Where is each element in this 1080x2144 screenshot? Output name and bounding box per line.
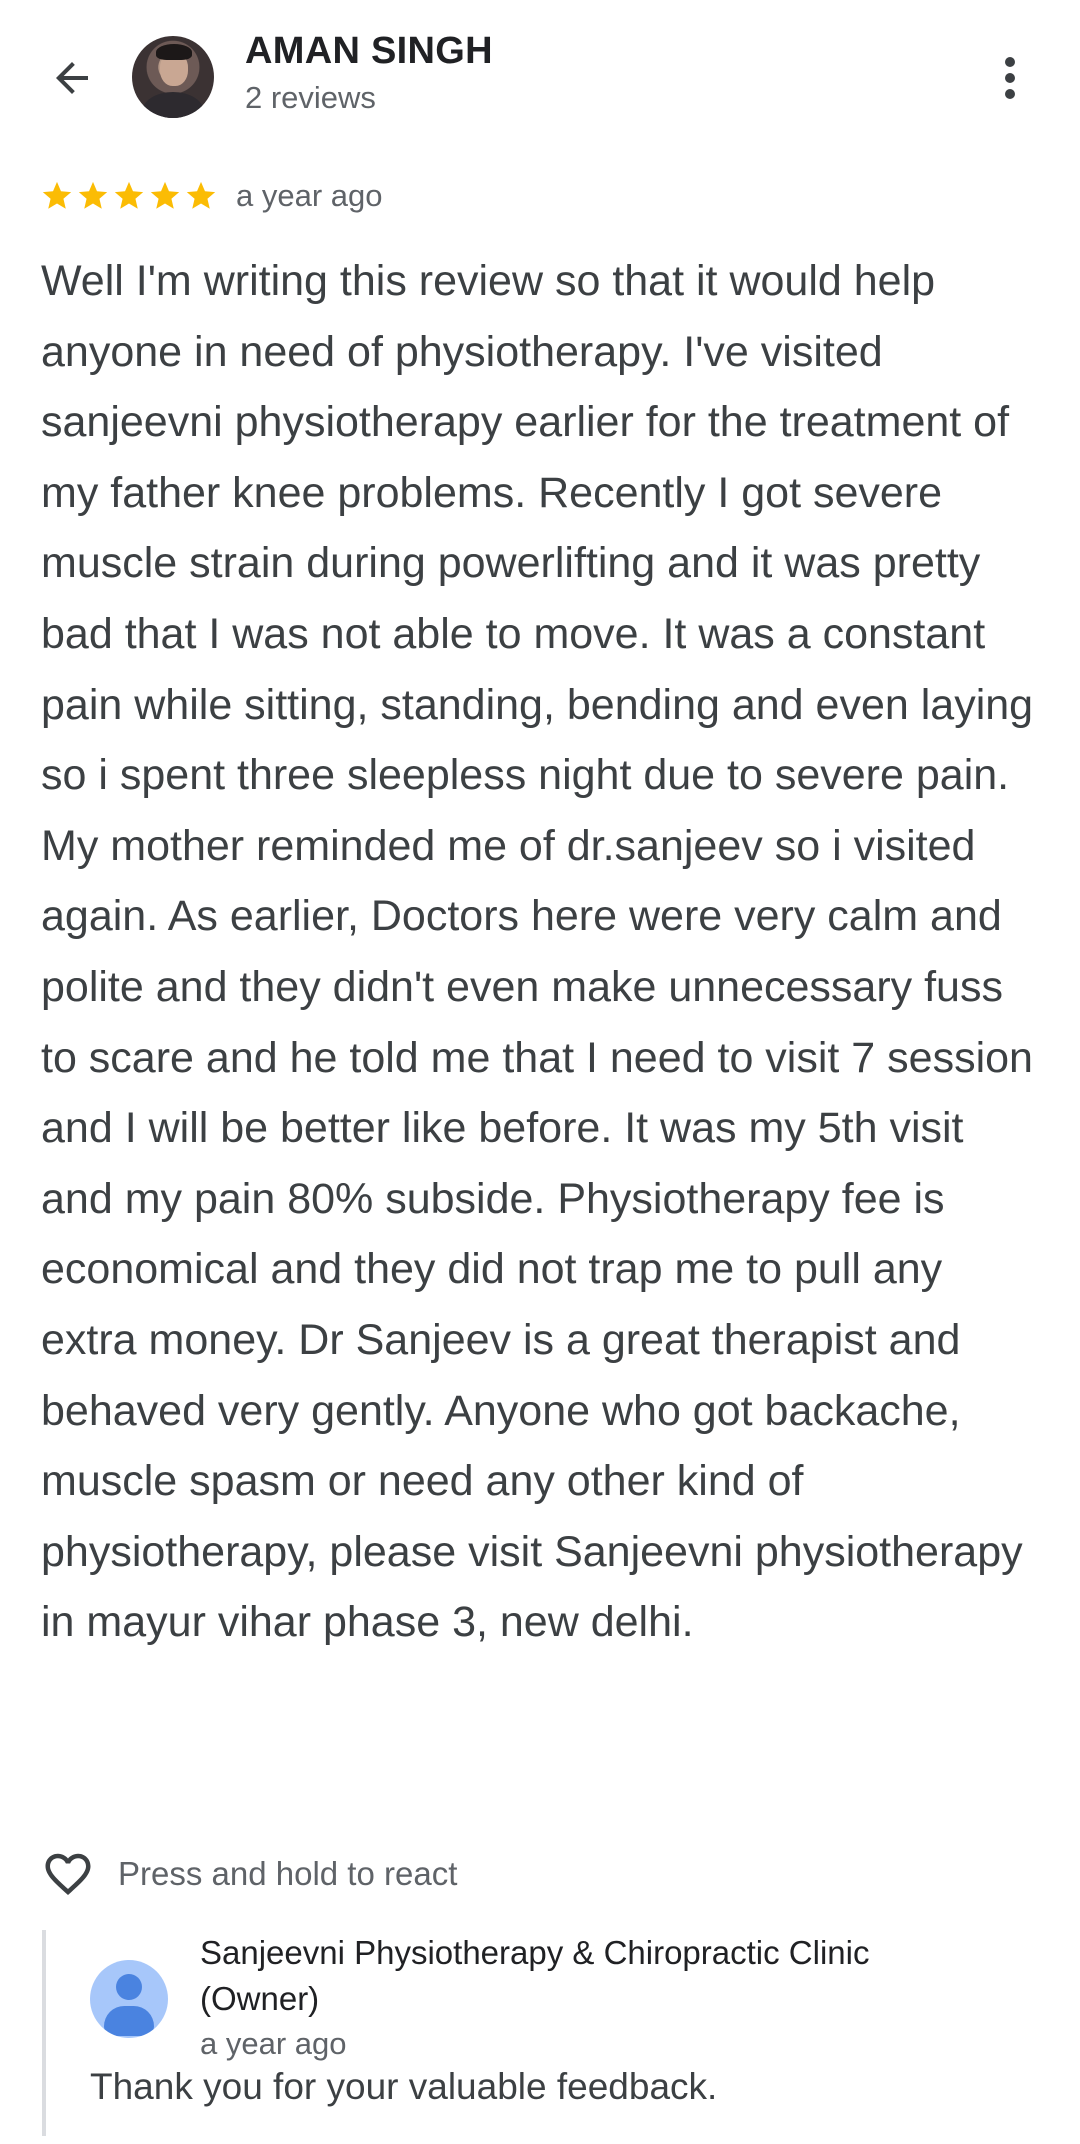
arrow-back-icon bbox=[56, 62, 88, 94]
react-hint-label: Press and hold to react bbox=[118, 1855, 458, 1892]
owner-reply-text: Thank you for your valuable feedback. bbox=[90, 2066, 718, 2107]
heart-outline-icon bbox=[45, 1853, 91, 1896]
star-rating bbox=[40, 179, 218, 213]
review-text: Well I'm writing this review so that it … bbox=[41, 257, 1034, 1647]
star-icon bbox=[42, 181, 72, 209]
more-vert-icon bbox=[1005, 57, 1015, 99]
react-row: Press and hold to react bbox=[40, 1846, 457, 1902]
reviewer-avatar[interactable] bbox=[132, 36, 214, 118]
owner-name: Sanjeevni Physiotherapy & Chiropractic C… bbox=[200, 1934, 870, 2017]
back-button[interactable] bbox=[34, 40, 110, 116]
star-icon bbox=[114, 181, 144, 209]
reviewer-review-count: 2 reviews bbox=[245, 80, 376, 115]
review-header: AMAN SINGH 2 reviews bbox=[0, 0, 1080, 150]
owner-reply-time: a year ago bbox=[200, 2026, 347, 2061]
star-icon bbox=[78, 181, 108, 209]
owner-reply: Sanjeevni Physiotherapy & Chiropractic C… bbox=[42, 1930, 1046, 2136]
star-icon bbox=[150, 181, 180, 209]
more-options-button[interactable] bbox=[980, 40, 1040, 116]
review-time: a year ago bbox=[236, 178, 383, 213]
person-icon bbox=[116, 1974, 142, 2000]
reviewer-name[interactable]: AMAN SINGH bbox=[245, 30, 493, 73]
star-icon bbox=[186, 181, 216, 209]
owner-avatar bbox=[90, 1960, 168, 2038]
rating-row: a year ago bbox=[40, 176, 383, 216]
react-button[interactable] bbox=[40, 1846, 96, 1902]
